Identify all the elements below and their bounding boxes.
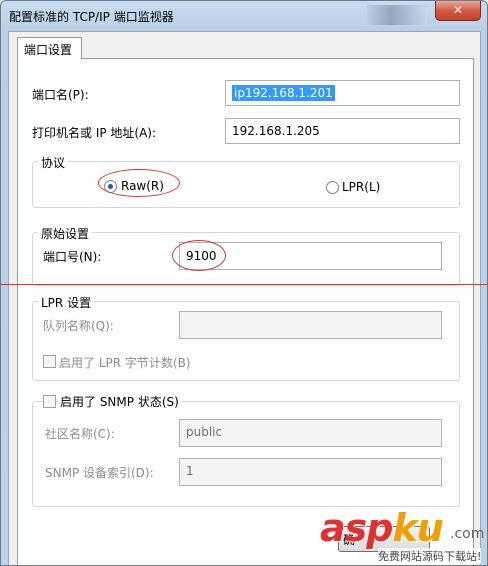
queue-name-input[interactable]	[179, 311, 442, 339]
raw-settings-group-title: 原始设置	[38, 225, 93, 242]
lpr-byte-count-checkbox[interactable]	[43, 355, 56, 368]
lpr-settings-group-title: LPR 设置	[38, 294, 95, 311]
watermark-brand: aspku	[320, 506, 444, 550]
community-name-input[interactable]: public	[179, 419, 442, 447]
close-button[interactable]: ✕	[435, 1, 481, 21]
snmp-device-index-label: SNMP 设备索引(D):	[45, 466, 154, 480]
watermark-tagline: 免费网站源码下载站!	[378, 548, 482, 564]
snmp-checkbox[interactable]	[43, 395, 56, 408]
printer-address-input[interactable]: 192.168.1.205	[225, 118, 460, 144]
watermark-suffix: .com	[450, 526, 485, 542]
lpr-radio-label[interactable]: LPR(L)	[342, 180, 380, 194]
queue-name-label: 队列名称(Q):	[43, 319, 114, 333]
dialog-client-area: 端口设置 端口名(P): ip192.168.1.201 打印机名或 IP 地址…	[8, 31, 481, 565]
port-number-label: 端口号(N):	[43, 250, 102, 264]
port-name-input[interactable]: ip192.168.1.201	[225, 80, 460, 106]
annotation-circle-raw	[98, 169, 180, 197]
lpr-radio[interactable]	[326, 181, 339, 194]
background-window-fragment	[367, 5, 427, 25]
tab-port-settings[interactable]: 端口设置	[17, 37, 82, 59]
watermark-logo: aspku .com 免费网站源码下载站!	[320, 506, 488, 566]
annotation-circle-port	[172, 240, 226, 271]
snmp-checkbox-label[interactable]: 启用了 SNMP 状态(S)	[57, 393, 182, 410]
lpr-byte-count-label[interactable]: 启用了 LPR 字节计数(B)	[59, 354, 191, 371]
annotation-red-line	[0, 284, 488, 285]
title-bar: 配置标准的 TCP/IP 端口监视器 ✕	[1, 1, 487, 31]
port-name-value: ip192.168.1.201	[232, 85, 335, 101]
tab-label: 端口设置	[24, 43, 73, 57]
protocol-group-title: 协议	[38, 154, 69, 171]
snmp-device-index-input[interactable]: 1	[179, 458, 442, 486]
protocol-group	[32, 161, 460, 208]
printer-address-label: 打印机名或 IP 地址(A):	[32, 126, 157, 140]
port-name-label: 端口名(P):	[32, 88, 89, 102]
tab-panel: 端口名(P): ip192.168.1.201 打印机名或 IP 地址(A): …	[17, 58, 474, 565]
snmp-group	[32, 401, 460, 507]
dialog-window: 配置标准的 TCP/IP 端口监视器 ✕ 端口设置 端口名(P): ip192.…	[0, 0, 488, 566]
community-name-label: 社区名称(C):	[45, 427, 115, 441]
window-title: 配置标准的 TCP/IP 端口监视器	[9, 10, 174, 24]
